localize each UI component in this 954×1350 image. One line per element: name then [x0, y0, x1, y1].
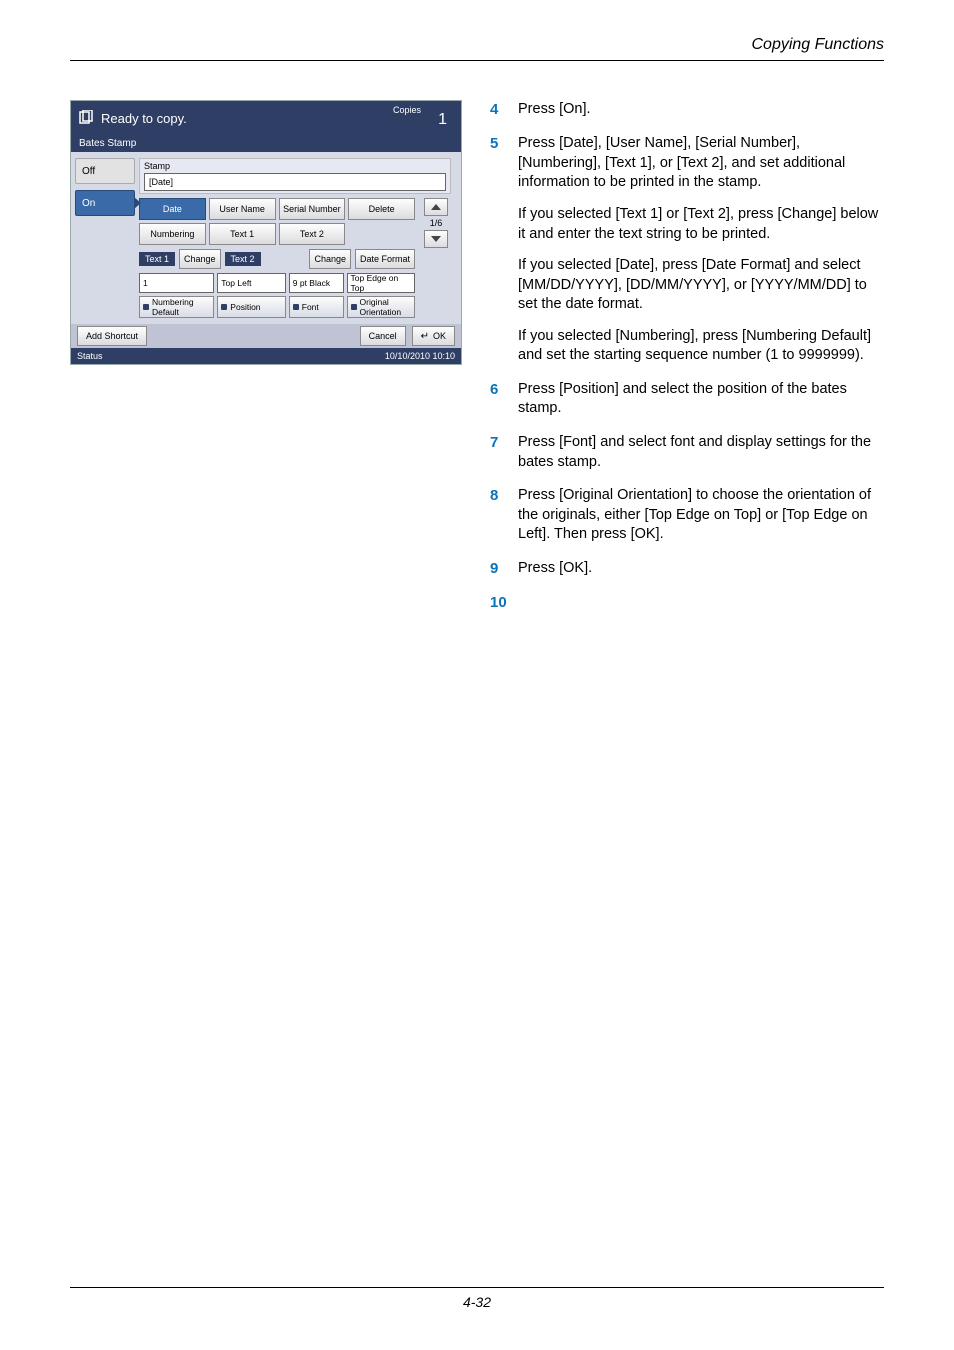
- stamp-group: Stamp [Date]: [139, 158, 451, 194]
- page-up-button[interactable]: [424, 198, 448, 216]
- step-text: Press [Date], [User Name], [Serial Numbe…: [518, 134, 884, 193]
- status-text: Ready to copy.: [101, 111, 187, 126]
- font-button[interactable]: Font: [289, 296, 344, 318]
- status-label[interactable]: Status: [77, 351, 103, 361]
- position-button[interactable]: Position: [217, 296, 285, 318]
- orientation-value: Top Edge on Top: [347, 273, 415, 293]
- font-label: Font: [302, 302, 319, 312]
- step-number: 4: [490, 100, 518, 120]
- page-number: 4-32: [70, 1287, 884, 1310]
- ok-button[interactable]: ↵ OK: [412, 326, 455, 346]
- step-text: If you selected [Numbering], press [Numb…: [518, 327, 884, 366]
- step-text: If you selected [Date], press [Date Form…: [518, 256, 884, 315]
- step-text: If you selected [Text 1] or [Text 2], pr…: [518, 205, 884, 244]
- stamp-opt-username[interactable]: User Name: [209, 198, 276, 220]
- text2-label: Text 2: [225, 252, 261, 266]
- step-text: Press [OK].: [518, 559, 884, 579]
- tab-off[interactable]: Off: [75, 158, 135, 184]
- text1-label: Text 1: [139, 252, 175, 266]
- ok-label: OK: [433, 331, 446, 341]
- datetime: 10/10/2010 10:10: [385, 351, 455, 361]
- step-number: 10: [490, 593, 518, 613]
- stamp-opt-text1[interactable]: Text 1: [209, 223, 276, 245]
- step-text: Press [Font] and select font and display…: [518, 433, 884, 472]
- cancel-button[interactable]: Cancel: [360, 326, 406, 346]
- step-number: 8: [490, 486, 518, 545]
- position-label: Position: [230, 302, 260, 312]
- stamp-opt-text2[interactable]: Text 2: [279, 223, 346, 245]
- numbering-default-button[interactable]: Numbering Default: [139, 296, 214, 318]
- text2-change-button[interactable]: Change: [309, 249, 351, 269]
- enter-icon: ↵: [421, 331, 429, 342]
- date-format-button[interactable]: Date Format: [355, 249, 415, 269]
- copy-icon: [77, 109, 95, 127]
- panel-titlebar: Ready to copy. Copies 1: [71, 101, 461, 135]
- stamp-opt-date[interactable]: Date: [139, 198, 206, 220]
- feature-tab: Bates Stamp: [71, 135, 461, 152]
- orientation-button[interactable]: Original Orientation: [347, 296, 415, 318]
- stamp-opt-serial[interactable]: Serial Number: [279, 198, 346, 220]
- copies-count: 1: [438, 111, 447, 129]
- tab-on[interactable]: On: [75, 190, 135, 216]
- orientation-label: Original Orientation: [360, 297, 411, 317]
- chevron-up-icon: [431, 204, 441, 210]
- add-shortcut-button[interactable]: Add Shortcut: [77, 326, 147, 346]
- chevron-down-icon: [431, 236, 441, 242]
- numbering-default-label: Numbering Default: [152, 297, 210, 317]
- header-rule: [70, 60, 884, 61]
- step-number: 6: [490, 380, 518, 419]
- copies-label: Copies: [393, 105, 421, 115]
- step-number: 7: [490, 433, 518, 472]
- position-value: Top Left: [217, 273, 285, 293]
- delete-button[interactable]: Delete: [348, 198, 415, 220]
- step-text: Press [Position] and select the position…: [518, 380, 884, 419]
- stamp-value: [Date]: [144, 173, 446, 191]
- page-indicator: 1/6: [430, 218, 443, 228]
- copier-touch-panel: Ready to copy. Copies 1 Bates Stamp Off …: [70, 100, 462, 365]
- step-text: Press [Original Orientation] to choose t…: [518, 486, 884, 545]
- step-number: 5: [490, 134, 518, 366]
- text1-change-button[interactable]: Change: [179, 249, 221, 269]
- font-value: 9 pt Black: [289, 273, 344, 293]
- step-number: 9: [490, 559, 518, 579]
- step-text: Press [On].: [518, 100, 884, 120]
- numbering-value: 1: [139, 273, 214, 293]
- page-down-button[interactable]: [424, 230, 448, 248]
- stamp-opt-numbering[interactable]: Numbering: [139, 223, 206, 245]
- section-title: Copying Functions: [751, 36, 884, 54]
- stamp-label: Stamp: [144, 161, 446, 171]
